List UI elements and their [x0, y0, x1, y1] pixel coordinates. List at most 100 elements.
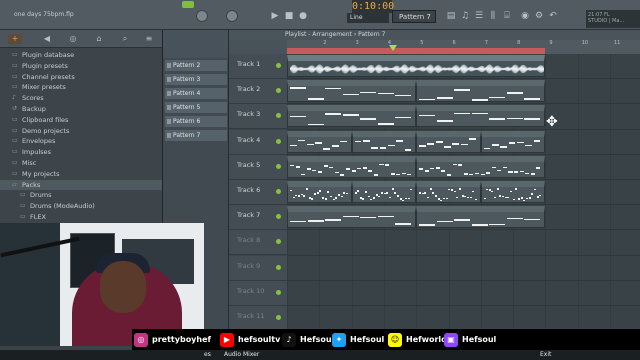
browser-item[interactable]: ▭ Channel presets — [0, 72, 162, 83]
pattern-clip[interactable]: Pattern 5 — [287, 155, 416, 178]
stop-button-icon[interactable]: ■ — [284, 10, 294, 22]
audio-clip[interactable]: 92V_TB_75_melodic_stack_it_takes_time_gu… — [287, 55, 545, 77]
pattern-picker-item[interactable]: Pattern 2 — [165, 60, 227, 71]
pattern-clip[interactable]: Pattern 7 — [416, 206, 545, 229]
pattern-clip[interactable]: Pattern 7 — [287, 206, 416, 229]
track-mute-led[interactable] — [276, 315, 281, 320]
undo-icon[interactable]: ↶ — [548, 10, 558, 22]
pattern-picker-item[interactable]: Pattern 5 — [165, 102, 227, 113]
browser-item[interactable]: ▭ My projects — [0, 169, 162, 180]
timeline-ruler[interactable]: 2 3 4 5 6 7 8 9 10 11 — [287, 40, 640, 54]
track-mute-led[interactable] — [276, 63, 281, 68]
browser-filter-icon[interactable]: ◎ — [66, 34, 80, 44]
master-volume-knob[interactable] — [196, 10, 208, 22]
track-header[interactable]: Track 8 — [229, 230, 287, 256]
browser-item[interactable]: ▭ Drums — [0, 190, 162, 201]
pattern-song-toggle[interactable] — [182, 1, 194, 8]
track-mute-led[interactable] — [276, 239, 281, 245]
browser-item[interactable]: ▭ Plugin database — [0, 50, 162, 61]
track-header[interactable]: Track 7 — [229, 205, 287, 231]
browser-item[interactable]: ↺ Backup — [0, 104, 162, 115]
mixer-icon[interactable]: ⫼ — [488, 10, 498, 22]
track-header[interactable]: Track 3 — [229, 104, 287, 130]
browser-menu-icon[interactable]: ≡ — [142, 34, 156, 44]
piano-roll-icon[interactable]: ♫ — [460, 10, 470, 22]
pattern-note — [301, 173, 306, 175]
pattern-clip[interactable]: Pattern 6 — [287, 181, 352, 203]
master-pitch-knob[interactable] — [226, 10, 238, 22]
pattern-clip[interactable]: Pattern 5 — [416, 155, 545, 178]
track-mute-led[interactable] — [276, 163, 281, 169]
pattern-note — [360, 91, 377, 94]
browser-item[interactable]: ▭ Drums (ModeAudio) — [0, 201, 162, 212]
track-header[interactable]: Track 5 — [229, 154, 287, 180]
track-header[interactable]: Track 1 — [229, 54, 287, 79]
taskbar-audio-mixer[interactable]: Audio Mixer — [224, 351, 259, 358]
browser-item[interactable]: ▭ Plugin presets — [0, 61, 162, 72]
browser-item-label: Demo projects — [22, 126, 70, 135]
browser-back-icon[interactable]: ◀ — [40, 34, 54, 44]
track-header[interactable]: Track 9 — [229, 255, 287, 281]
browser-item[interactable]: ♪ Scores — [0, 93, 162, 104]
track-header[interactable]: Track 2 — [229, 79, 287, 105]
track-header[interactable]: Track 11 — [229, 306, 287, 331]
pattern-clip[interactable]: Pattern 4 — [287, 130, 352, 153]
pattern-selector[interactable]: Pattern 7 — [392, 10, 436, 23]
pattern-clip[interactable]: Pattern 6 — [480, 181, 545, 203]
snap-selector[interactable]: Line — [347, 13, 389, 23]
track-mute-led[interactable] — [276, 113, 281, 119]
playlist-icon[interactable]: ▤ — [446, 10, 456, 22]
pattern-picker-item[interactable]: Pattern 4 — [165, 88, 227, 99]
track-header[interactable]: Track 6 — [229, 180, 287, 205]
browser-tag-icon[interactable]: ⌂ — [92, 34, 106, 44]
track-header[interactable]: Track 10 — [229, 280, 287, 306]
pattern-picker-item[interactable]: Pattern 3 — [165, 74, 227, 85]
plugin-icon[interactable]: ◉ — [520, 10, 530, 22]
track-mute-led[interactable] — [276, 189, 281, 194]
time-display[interactable]: 0:10:00 — [352, 0, 394, 13]
pattern-note — [345, 168, 350, 170]
pattern-note — [362, 198, 365, 200]
pattern-clip[interactable]: Pattern 4 — [480, 130, 545, 153]
track-mute-led[interactable] — [276, 138, 281, 144]
taskbar-item-left[interactable]: es — [204, 351, 211, 358]
browser-search-icon[interactable]: ⌕ — [118, 34, 132, 44]
playlist-title[interactable]: Playlist - Arrangement › Pattern 7 — [229, 30, 640, 40]
track-mute-led[interactable] — [276, 289, 281, 295]
browser-item[interactable]: ▭ Envelopes — [0, 136, 162, 147]
pattern-clip[interactable]: Pattern 3 — [416, 105, 545, 128]
browser-item[interactable]: ▭ FLEX — [0, 212, 162, 223]
pattern-clip[interactable]: Pattern 4 — [351, 130, 416, 153]
settings-icon[interactable]: ⚙ — [534, 10, 544, 22]
browser-item[interactable]: ▭ Misc — [0, 158, 162, 169]
pattern-note — [452, 163, 457, 166]
browser-item[interactable]: ▭ Demo projects — [0, 126, 162, 137]
browser-collapse-icon[interactable]: + — [8, 34, 22, 44]
browser-item[interactable]: ▭ Clipboard files — [0, 115, 162, 126]
browser-icon[interactable]: ⌸ — [502, 10, 512, 22]
pattern-clip[interactable]: Pattern 2 — [416, 80, 545, 103]
pattern-clip[interactable]: Pattern 4 — [416, 130, 481, 153]
track-header[interactable]: Track 4 — [229, 129, 287, 155]
browser-item[interactable]: ▭ Mixer presets — [0, 82, 162, 93]
pattern-clip[interactable]: Pattern 6 — [416, 181, 481, 203]
pattern-picker-item[interactable]: Pattern 6 — [165, 116, 227, 127]
pattern-note — [290, 144, 297, 147]
pattern-clip[interactable]: Pattern 2 — [287, 80, 416, 103]
browser-item[interactable]: ▭ Impulses — [0, 147, 162, 158]
pattern-picker-item[interactable]: Pattern 7 — [165, 130, 227, 141]
playlist-tools — [229, 40, 287, 54]
taskbar-exit[interactable]: Exit — [540, 351, 551, 358]
track-mute-led[interactable] — [276, 214, 281, 220]
track-mute-led[interactable] — [276, 88, 281, 94]
channel-rack-icon[interactable]: ☰ — [474, 10, 484, 22]
pattern-clip[interactable]: Pattern 3 — [287, 105, 416, 128]
play-button-icon[interactable]: ▶ — [270, 10, 280, 22]
track-mute-led[interactable] — [276, 264, 281, 270]
social-handle-text: Hefsoul — [350, 335, 385, 344]
browser-item[interactable]: ▱ Packs — [0, 179, 162, 191]
pattern-clip[interactable]: Pattern 6 — [351, 181, 416, 203]
pattern-note — [290, 189, 292, 192]
arrangement-grid[interactable]: 92V_TB_75_melodic_stack_it_takes_time_gu… — [287, 54, 640, 350]
record-button-icon[interactable]: ● — [298, 10, 308, 22]
